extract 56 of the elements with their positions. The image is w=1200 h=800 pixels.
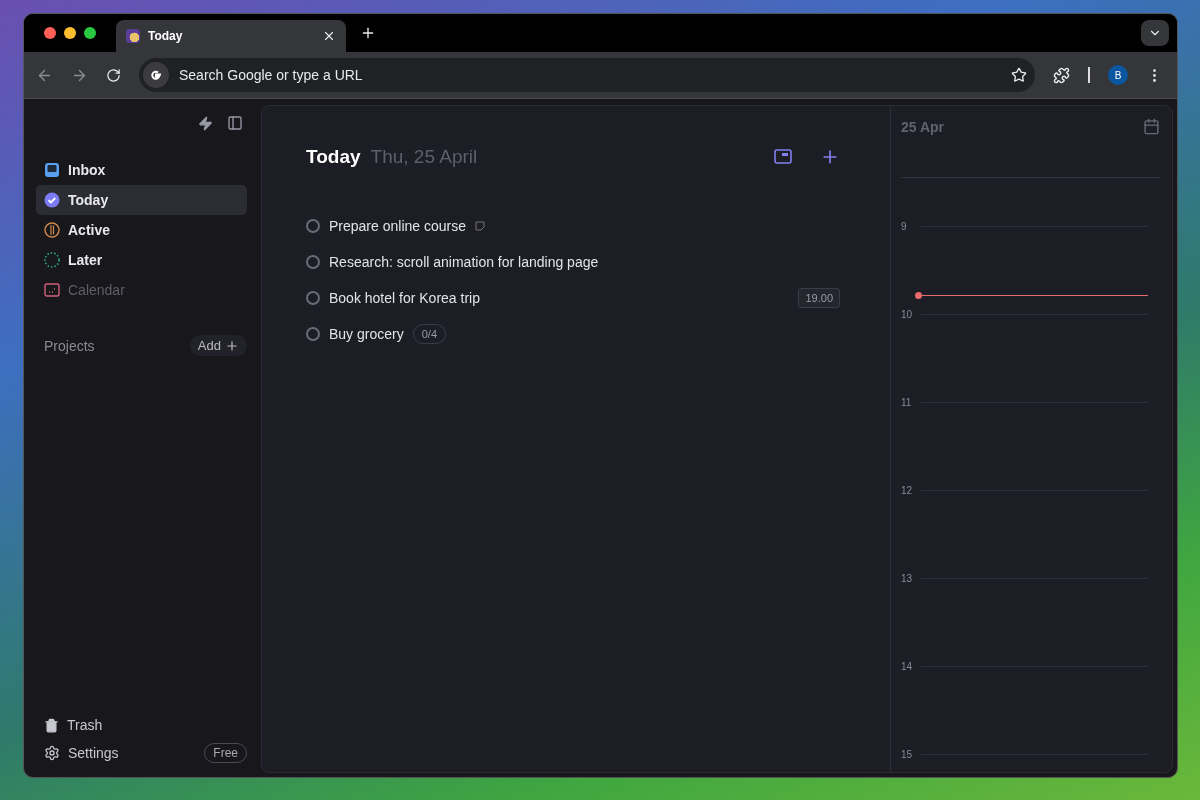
app-favicon-icon [126,29,140,43]
calendar-date: 25 Apr [901,118,945,135]
close-tab-button[interactable] [322,29,336,43]
calendar-icon [44,282,60,298]
dotted-circle-icon [44,252,60,268]
sidebar-item[interactable]: Today [36,185,247,215]
task-checkbox[interactable] [306,255,320,269]
add-project-button[interactable]: Add [189,335,247,356]
hour-label: 10 [901,309,914,320]
settings-button[interactable]: Settings [36,739,127,767]
settings-icon [44,745,60,761]
hour-label: 13 [901,573,914,584]
tab-search-button[interactable] [1141,20,1169,46]
close-window-button[interactable] [44,27,56,39]
window-icon[interactable] [774,149,792,165]
bookmark-star-icon[interactable] [1011,67,1027,83]
plus-icon [225,338,239,353]
hour-label: 11 [901,397,913,408]
task-title: Book hotel for Korea trip [329,290,480,306]
hour-label: 15 [901,749,914,760]
reload-button[interactable] [106,67,121,83]
trash-button[interactable]: Trash [36,711,247,739]
google-g-icon [143,62,169,88]
trash-icon [44,717,59,733]
calendar-icon[interactable] [1143,118,1160,135]
minimize-window-button[interactable] [64,27,76,39]
hour-label: 12 [901,485,914,496]
zoom-window-button[interactable] [84,27,96,39]
task-time: 19.00 [798,288,840,308]
task-title: Prepare online course [329,218,466,234]
sidebar-toggle-icon[interactable] [227,115,243,131]
extensions-icon[interactable] [1053,66,1070,84]
profile-avatar[interactable]: B [1108,65,1128,85]
address-bar[interactable]: Search Google or type a URL [139,58,1035,92]
note-icon [475,221,485,231]
hour-label: 9 [901,221,908,232]
page-title: Today [306,146,361,168]
task-title: Buy grocery [329,326,404,342]
new-tab-button[interactable] [360,25,376,41]
sidebar-item[interactable]: Active [36,215,247,245]
lightning-icon[interactable] [198,115,213,131]
address-input[interactable]: Search Google or type a URL [177,66,1003,84]
browser-tab[interactable]: Today [116,20,346,52]
tab-title: Today [148,29,184,43]
task-checkbox[interactable] [306,291,320,305]
hour-label: 14 [901,661,914,672]
task-checkbox[interactable] [306,219,320,233]
sidebar-item[interactable]: Later [36,245,247,275]
check-circle-icon [44,192,60,208]
task-title: Research: scroll animation for landing page [329,254,599,270]
sidebar-item[interactable]: Inbox [36,155,247,185]
projects-label: Projects [44,337,95,354]
inbox-icon [44,162,60,178]
page-date: Thu, 25 April [370,146,479,168]
half-circle-icon [44,222,60,238]
task-checkbox[interactable] [306,327,320,341]
